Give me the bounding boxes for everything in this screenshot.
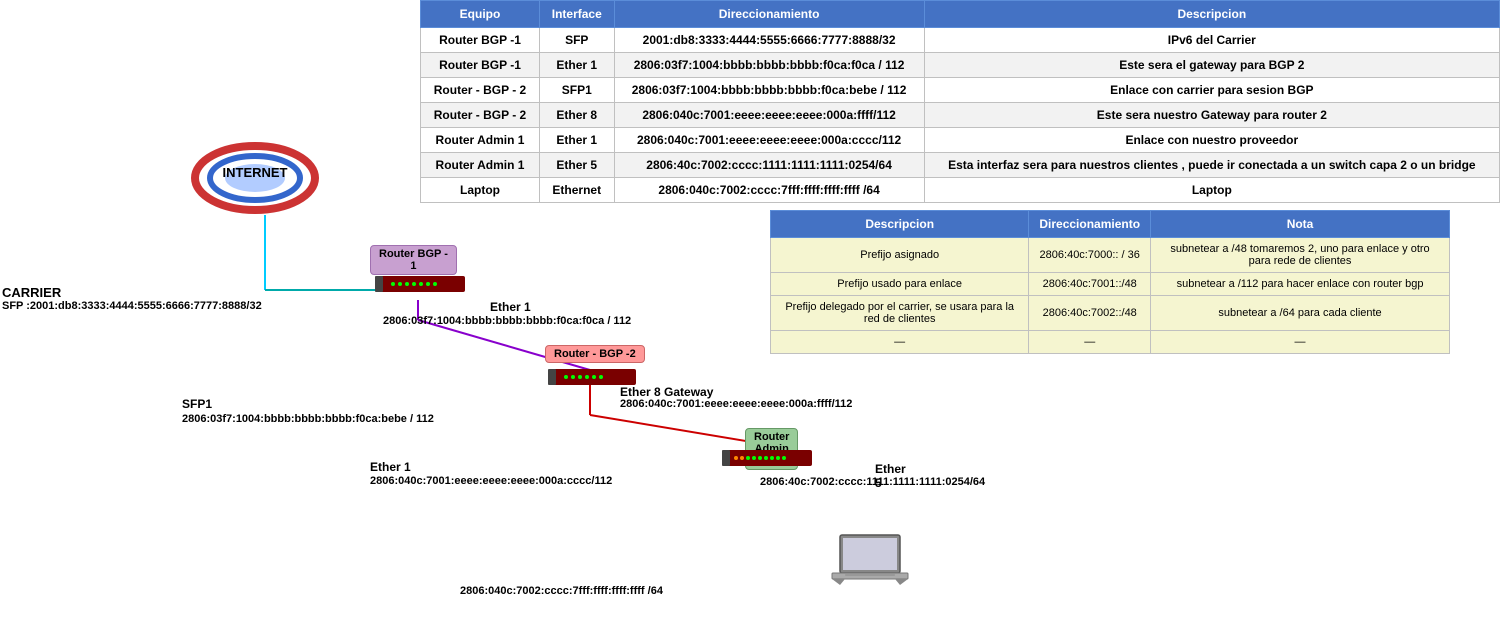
second-table-row: Prefijo delegado por el carrier, se usar… — [771, 296, 1450, 331]
second-table-row: Prefijo asignado2806:40c:7000:: / 36subn… — [771, 238, 1450, 273]
second-table-cell-descripcion: Prefijo delegado por el carrier, se usar… — [771, 296, 1029, 331]
col2-header-direccionamiento: Direccionamiento — [1029, 211, 1151, 238]
router-bgp1-box: Router BGP -1 — [370, 245, 457, 275]
carrier-sfp-label: SFP :2001:db8:3333:4444:5555:6666:7777:8… — [2, 300, 262, 312]
table-cell-descripcion: Este sera el gateway para BGP 2 — [924, 53, 1499, 78]
internet-label: INTERNET — [190, 165, 320, 180]
second-table-cell-nota: subnetear a /112 para hacer enlace con r… — [1151, 273, 1450, 296]
ether5-addr: 2806:40c:7002:cccc:1111:1111:1111:0254/6… — [760, 476, 985, 488]
second-table-cell-nota: subnetear a /64 para cada cliente — [1151, 296, 1450, 331]
laptop-icon — [830, 530, 910, 598]
network-diagram: INTERNET CARRIER SFP :2001:db8:3333:4444… — [0, 0, 760, 622]
second-table-cell-descripcion: Prefijo usado para enlace — [771, 273, 1029, 296]
table-cell-descripcion: Esta interfaz sera para nuestros cliente… — [924, 153, 1499, 178]
router-bgp2-label: Router - BGP -2 — [554, 348, 636, 360]
col2-header-descripcion: Descripcion — [771, 211, 1029, 238]
sfp1-bgp2-addr: 2806:03f7:1004:bbbb:bbbb:bbbb:f0ca:bebe … — [182, 413, 434, 425]
second-table: Descripcion Direccionamiento Nota Prefij… — [770, 210, 1450, 354]
second-table-cell-direccionamiento: 2806:40c:7000:: / 36 — [1029, 238, 1151, 273]
router-bgp1-label: Router BGP -1 — [379, 248, 448, 272]
ether8-addr: 2806:040c:7001:eeee:eeee:eeee:000a:ffff/… — [620, 398, 852, 410]
table-cell-descripcion: Enlace con carrier para sesion BGP — [924, 78, 1499, 103]
ether1-admin-label: Ether 1 — [370, 460, 411, 474]
internet-cloud: INTERNET — [190, 140, 320, 218]
second-table-cell-descripcion: — — [771, 331, 1029, 354]
second-table-cell-nota: — — [1151, 331, 1450, 354]
router-bgp1-icon — [375, 272, 470, 296]
second-table-cell-nota: subnetear a /48 tomaremos 2, uno para en… — [1151, 238, 1450, 273]
ether1-admin-addr: 2806:040c:7001:eeee:eeee:eeee:000a:cccc/… — [370, 475, 612, 487]
second-table-cell-direccionamiento: — — [1029, 331, 1151, 354]
sfp1-bgp2-label: SFP1 — [182, 397, 212, 411]
table-cell-descripcion: Laptop — [924, 178, 1499, 203]
table-cell-descripcion: IPv6 del Carrier — [924, 28, 1499, 53]
second-table-cell-descripcion: Prefijo asignado — [771, 238, 1029, 273]
ether1-bgp1-label: Ether 1 — [490, 300, 531, 314]
second-table-row: ——— — [771, 331, 1450, 354]
table-cell-descripcion: Este sera nuestro Gateway para router 2 — [924, 103, 1499, 128]
carrier-label: CARRIER — [2, 285, 61, 300]
col2-header-nota: Nota — [1151, 211, 1450, 238]
laptop-addr: 2806:040c:7002:cccc:7fff:ffff:ffff:ffff … — [460, 585, 663, 597]
router-bgp2-box: Router - BGP -2 — [545, 345, 645, 363]
router-bgp1-device — [375, 272, 470, 296]
laptop-svg — [830, 530, 910, 595]
ether1-bgp1-addr: 2806:03f7:1004:bbbb:bbbb:bbbb:f0ca:f0ca … — [383, 315, 631, 327]
ether8-label: Ether 8 Gateway — [620, 385, 713, 399]
table-cell-descripcion: Enlace con nuestro proveedor — [924, 128, 1499, 153]
router-admin1-icon — [722, 448, 817, 470]
second-table-row: Prefijo usado para enlace2806:40c:7001::… — [771, 273, 1450, 296]
second-table-section: Descripcion Direccionamiento Nota Prefij… — [770, 210, 1450, 354]
router-admin1-device — [722, 448, 817, 473]
second-table-cell-direccionamiento: 2806:40c:7001::/48 — [1029, 273, 1151, 296]
col-header-descripcion: Descripcion — [924, 1, 1499, 28]
second-table-cell-direccionamiento: 2806:40c:7002::/48 — [1029, 296, 1151, 331]
